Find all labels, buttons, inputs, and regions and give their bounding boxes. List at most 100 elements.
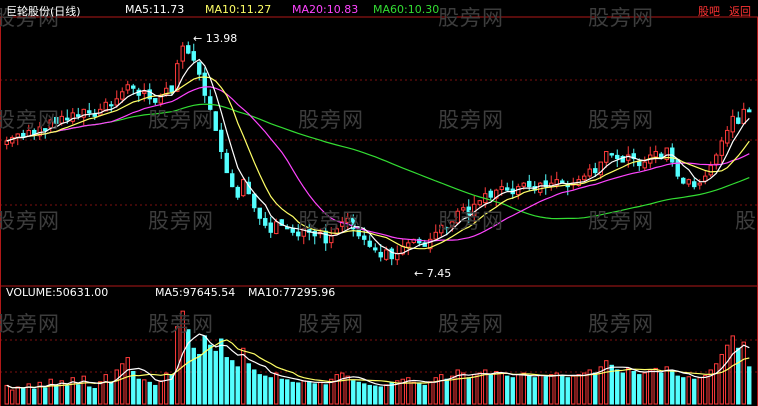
volume-bar [626,367,631,405]
volume-bar [263,375,268,405]
volume-bar [76,384,81,405]
volume-bar [637,374,642,405]
volume-bar [274,372,279,405]
candle-body [642,161,647,169]
volume-bar [725,344,730,405]
candle-body [384,249,389,260]
candle-body [219,129,224,153]
candle-body [521,182,526,187]
volume-bar [510,377,515,405]
candle-body [406,242,411,248]
volume-bar [81,375,86,405]
candle-body [433,231,438,240]
candle-body [230,173,235,188]
watermark: 股旁网 [0,108,60,132]
volume-bar [356,381,361,405]
volume-bar [285,379,290,405]
candle-body [505,187,510,191]
candle-body [180,45,185,62]
volume-bar [252,369,257,405]
volume-bar [527,375,532,405]
candle-body [153,98,158,103]
volume-bar [576,374,581,405]
ma20-readout: MA20:10.83 [292,3,359,16]
candle-body [747,109,752,113]
high-price-label: 13.98 [205,32,238,45]
volume-bar [87,386,92,405]
volume-bar [378,386,383,405]
candle-body [719,140,724,156]
volume-bar [103,374,108,405]
watermark: 股旁网 [148,209,214,233]
price-volume-chart [0,16,758,406]
volume-ma5-readout: MA5:97645.54 [155,286,236,299]
volume-bar [290,381,295,405]
watermark: 股旁网 [298,209,364,233]
watermark: 股旁网 [0,209,60,233]
volume-bar [444,378,449,405]
volume-bar [714,363,719,405]
candle-body [389,248,394,260]
candle-body [725,129,730,144]
watermark: 股旁网 [0,312,60,336]
volume-bar [4,384,9,405]
candle-body [587,168,592,177]
candle-body [378,251,383,258]
volume-bar [659,372,664,405]
candle-body [125,84,130,91]
volume-bar [323,384,328,405]
volume-bar [648,369,653,405]
volume-bar [125,357,130,405]
candle-body [593,168,598,174]
watermark: 股旁网 [298,312,364,336]
watermark: 股旁网 [438,209,504,233]
candle-body [120,91,125,100]
volume-bar [439,374,444,405]
volume-bar [620,372,625,405]
watermark: 股旁网 [588,108,654,132]
volume-bar [692,378,697,405]
candle-body [235,186,240,198]
volume-bar [560,375,565,405]
volume-bar [670,371,675,405]
candle-body [362,235,367,240]
volume-bar [472,374,477,405]
volume-bar [384,384,389,405]
volume-bar [703,375,708,405]
volume-bar [730,335,735,405]
volume-bar [186,329,191,405]
volume-bar [153,384,158,405]
candle-body [252,193,257,209]
volume-bar [21,388,26,405]
candle-body [653,151,658,158]
candle-body [76,114,81,117]
candle-body [257,207,262,219]
volume-bar [109,382,114,405]
volume-bar [422,384,427,405]
volume-bar [224,357,229,405]
candle-body [70,112,75,122]
volume-bar [235,366,240,405]
volume-bar [741,341,746,405]
candle-body [87,110,92,114]
volume-bar [318,381,323,405]
back-link[interactable]: 返回 [729,3,751,19]
candle-body [59,115,64,124]
volume-bar [164,372,169,405]
volume-bar [202,335,207,405]
volume-bar [351,380,356,405]
volume-bar [213,350,218,405]
candle-body [582,175,587,181]
volume-readout: VOLUME:50631.00 [6,286,109,299]
watermark: 股旁网 [735,209,758,233]
candle-body [686,179,691,185]
volume-bar [208,344,213,405]
candle-body [224,152,229,174]
chart-title: 巨轮股份(日线) [6,5,81,18]
ma10-readout: MA10:11.27 [205,3,272,16]
volume-bar [719,353,724,405]
volume-bar [532,377,537,405]
guba-link[interactable]: 股吧 [698,3,720,19]
candle-body [692,181,697,188]
volume-bar [37,381,42,405]
